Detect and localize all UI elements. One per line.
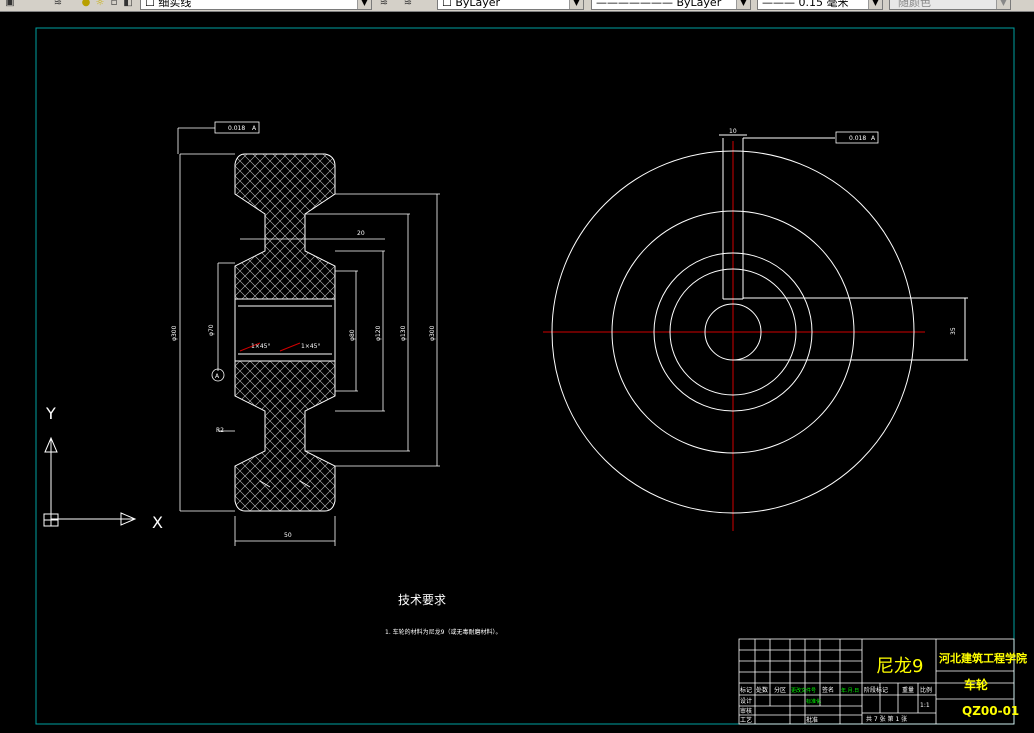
tolerance-right-datum: A	[871, 135, 876, 142]
school-name: 河北建筑工程学院	[939, 651, 1027, 665]
ucs-x-label: X	[152, 513, 163, 532]
drawing-number: QZ00-01	[962, 704, 1019, 718]
dim-bottom-width: 50	[284, 532, 292, 539]
chamfer-left: 1×45°	[251, 343, 270, 350]
dim-phi-groove: φ130	[400, 325, 407, 341]
cell-riqi: 年.月.日	[841, 687, 859, 694]
linetype-dropdown-value: ByLayer	[676, 0, 722, 9]
chevron-down-icon[interactable]: ▼	[569, 0, 583, 9]
cell-fenqu: 分区	[774, 686, 786, 694]
section-view	[234, 153, 336, 512]
plotstyle-dropdown: 随颜色 ▼	[889, 0, 1011, 10]
chevron-down-icon[interactable]: ▼	[736, 0, 750, 9]
color-dropdown[interactable]: ☐ ByLayer ▼	[437, 0, 584, 10]
cell-wenjian: 更改文件号	[791, 687, 816, 694]
lineweight-dropdown[interactable]: ——— 0.15 毫米 ▼	[757, 0, 883, 10]
cell-bili: 比例	[920, 686, 932, 694]
dim-phi-hub: φ80	[349, 329, 356, 341]
notes-line-1: 1. 车轮的材料为尼龙9（或无毒耐磨材料）。	[385, 628, 501, 636]
keyway-depth: 35	[950, 327, 957, 335]
sun-icon[interactable]: ☼	[94, 0, 106, 9]
cell-chushu: 处数	[756, 686, 768, 694]
dim-phi-mid: φ120	[375, 325, 382, 341]
color-dropdown-value: ByLayer	[455, 0, 501, 9]
datum-label: A	[215, 373, 220, 380]
plotstyle-dropdown-value: 随颜色	[898, 0, 931, 9]
cell-pizhun: 批准	[806, 716, 818, 724]
dim-phi-bore: φ70	[208, 324, 215, 336]
layer-color-icon[interactable]: ◧	[122, 0, 134, 9]
front-view	[543, 134, 968, 531]
notes-title: 技术要求	[398, 593, 446, 607]
keyway-width: 10	[729, 128, 737, 135]
material-label: 尼龙9	[876, 656, 923, 677]
layers-icon[interactable]: ≋	[52, 0, 64, 9]
ucs-y-label: Y	[45, 404, 56, 423]
drawing-canvas[interactable]: 0.018 A 20 φ300 φ70 φ80 φ120 φ130 φ300 1…	[0, 11, 1034, 733]
cell-qianming: 签名	[822, 686, 834, 694]
chevron-down-icon[interactable]: ▼	[357, 0, 371, 9]
dim-phi-outer-right: φ300	[429, 325, 436, 341]
cell-sheji: 设计	[740, 697, 752, 705]
cell-shenhe: 审核	[740, 707, 752, 715]
radius-label: R2	[216, 427, 224, 434]
tolerance-left-value: 0.018	[228, 125, 245, 132]
layer-manager-icon[interactable]: ▣	[4, 0, 16, 9]
chevron-down-icon: ▼	[996, 0, 1010, 9]
cell-biaoji: 标记	[740, 686, 752, 694]
cell-biaozhunhua: 标准化	[806, 698, 821, 705]
cell-scale: 1:1	[920, 702, 930, 709]
layer-dropdown[interactable]: ☐ 细实线 ▼	[140, 0, 372, 10]
make-current-layer-icon[interactable]: ≋	[378, 0, 390, 9]
dim-phi-outer-left: φ300	[171, 325, 178, 341]
ucs-icon	[43, 436, 137, 527]
cell-jieduan: 阶段标记	[864, 686, 888, 694]
tolerance-left-datum: A	[252, 125, 257, 132]
linetype-dropdown[interactable]: ——————— ByLayer ▼	[591, 0, 751, 10]
lineweight-dropdown-value: 0.15 毫米	[798, 0, 849, 9]
cell-gongyi: 工艺	[740, 716, 752, 724]
layer-previous-icon[interactable]: ≋	[402, 0, 414, 9]
chamfer-right: 1×45°	[301, 343, 320, 350]
dim-top-width: 20	[357, 230, 365, 237]
cell-sheet-count: 共 7 张 第 1 张	[866, 715, 907, 723]
part-name: 车轮	[964, 677, 989, 692]
chevron-down-icon[interactable]: ▼	[868, 0, 882, 9]
tolerance-right-value: 0.018	[849, 135, 866, 142]
cell-zhongliang: 重量	[902, 686, 914, 694]
lock-icon[interactable]: ▫	[108, 0, 120, 9]
layer-dropdown-value: 细实线	[158, 0, 192, 9]
lightbulb-icon[interactable]: ●	[80, 0, 92, 9]
